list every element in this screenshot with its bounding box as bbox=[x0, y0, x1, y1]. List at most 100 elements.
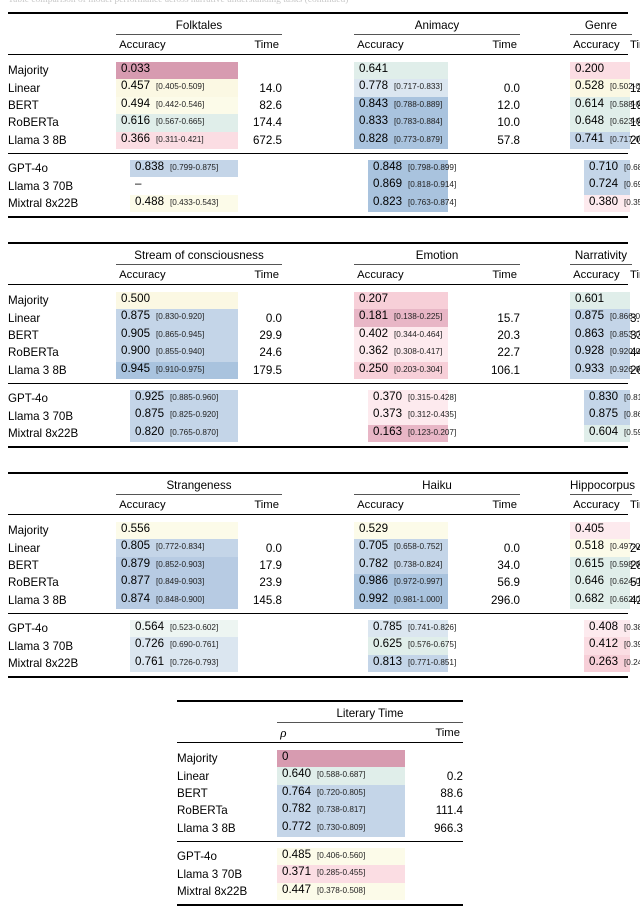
model-col-header bbox=[8, 35, 116, 55]
time-header-3: Time bbox=[630, 38, 640, 51]
time-value: 4228.8 bbox=[630, 593, 640, 607]
confidence-interval: [0.391-0.432] bbox=[624, 640, 640, 650]
metric-cell: 0.813 [0.771-0.851] bbox=[354, 654, 456, 673]
table-3: Strangeness Haiku Hippocorpus Accuracy Time… bbox=[8, 472, 640, 681]
metric-cell: 0.682[0.662-0.699] bbox=[570, 591, 640, 609]
column-header-row: Accuracy Time Accuracy Time Accuracy Time bbox=[8, 495, 640, 515]
model-label: Majority bbox=[8, 524, 49, 538]
confidence-interval: [0.138-0.225] bbox=[394, 312, 443, 322]
time-value bbox=[448, 390, 520, 407]
time-value: 15.7 bbox=[497, 311, 520, 325]
column-header-row: Accuracy Time Accuracy Time Accuracy Time bbox=[8, 35, 640, 55]
table-row: RoBERTa 0.616 [0.567-0.665] 174.4 0.833 [0.78… bbox=[8, 114, 640, 132]
metric-cell: 0.412 [0.391-0.432] bbox=[570, 637, 640, 655]
group-gap-1 bbox=[282, 17, 354, 35]
time-value bbox=[238, 62, 282, 79]
metric-cell: 0.641 bbox=[354, 62, 448, 80]
metric-cell: 0.945 [0.910-0.975] bbox=[116, 361, 238, 379]
accuracy-header-2: Accuracy bbox=[354, 498, 404, 511]
metric-cell: 0.616 [0.567-0.665] bbox=[116, 114, 238, 132]
col-gap bbox=[282, 637, 354, 654]
metric-value: 0.724 bbox=[589, 177, 619, 191]
model-label: Llama 3 70B bbox=[8, 179, 74, 193]
time-value bbox=[448, 655, 520, 672]
confidence-interval: [0.344-0.464] bbox=[394, 329, 443, 339]
col-gap bbox=[520, 327, 570, 344]
metric-value: 0.033 bbox=[121, 62, 151, 75]
metric-value: 0.362 bbox=[359, 344, 389, 358]
col-gap bbox=[282, 292, 354, 309]
metric-value: 0.900 bbox=[121, 344, 151, 358]
col-gap bbox=[520, 592, 570, 609]
confidence-interval: [0.285-0.455] bbox=[317, 868, 366, 878]
group-gap-2 bbox=[520, 247, 570, 265]
col-gap bbox=[520, 539, 570, 556]
metric-cell: 0.614[0.588-0.641] bbox=[570, 96, 640, 115]
model-label: GPT-4o bbox=[8, 162, 48, 176]
table-row: Mixtral 8x22B 0.761 [0.726-0.793] 0.813 [0.7… bbox=[8, 654, 640, 673]
header-gap-2 bbox=[520, 495, 570, 515]
metric-cell: 0.405 bbox=[570, 522, 630, 540]
time-value: 20.3 bbox=[497, 328, 520, 342]
metric-value: 0.761 bbox=[135, 654, 165, 668]
metric-cell: 0.615[0.598-0.636] bbox=[570, 556, 640, 575]
model-col-header bbox=[8, 495, 116, 515]
table-row: Mixtral 8x22B 0.820 [0.765-0.870] 0.163 [0.1… bbox=[8, 424, 640, 443]
table-row: BERT 0.879 [0.852-0.903] 17.9 0.782 [0.738-0.… bbox=[8, 556, 640, 575]
metric-cell: 0.604 [0.591-0.618] bbox=[570, 424, 640, 443]
metric-cell: 0.457 [0.405-0.509] bbox=[116, 79, 238, 97]
metric-cell: 0.447 [0.378-0.508] bbox=[277, 882, 405, 901]
col-gap bbox=[282, 327, 354, 344]
model-label: GPT-4o bbox=[177, 850, 217, 864]
metric-cell: 0.601 bbox=[570, 292, 630, 310]
time-value: 24.6 bbox=[259, 346, 282, 360]
metric-value: 0.830 bbox=[589, 389, 619, 403]
col-gap bbox=[520, 574, 570, 591]
metric-value: 0.813 bbox=[373, 654, 403, 668]
model-label: Llama 3 8B bbox=[8, 363, 67, 377]
header-gap-1 bbox=[282, 495, 354, 515]
metric-cell: 0.848 [0.798-0.899] bbox=[354, 159, 456, 178]
metric-cell: 0.823 [0.763-0.874] bbox=[354, 194, 456, 213]
table-bottom-rule bbox=[8, 446, 632, 451]
header-gap-2 bbox=[520, 35, 570, 55]
metric-cell: 0.564 [0.523-0.602] bbox=[116, 619, 238, 638]
model-label: Llama 3 70B bbox=[8, 639, 74, 653]
model-label: Linear bbox=[177, 769, 210, 783]
table-row: Mixtral 8x22B 0.447 [0.378-0.508] bbox=[177, 882, 463, 901]
metric-value: 0.875 bbox=[135, 407, 165, 421]
model-label: Llama 3 8B bbox=[8, 593, 67, 607]
time-value bbox=[238, 177, 282, 194]
table-row: Llama 3 8B 0.874 [0.848-0.900] 145.8 0.992 [0… bbox=[8, 591, 640, 609]
model-label: Mixtral 8x22B bbox=[177, 884, 248, 898]
time-value bbox=[448, 160, 520, 177]
group-title-3: Narrativity bbox=[570, 247, 632, 265]
confidence-interval: [0.726-0.793] bbox=[170, 657, 219, 667]
accuracy-header-1: Accuracy bbox=[116, 498, 166, 511]
time-value bbox=[238, 292, 282, 309]
accuracy-header-3: Accuracy bbox=[570, 38, 620, 51]
confidence-interval: [0.203-0.304] bbox=[394, 364, 443, 374]
metric-value: 0.485 bbox=[282, 847, 312, 861]
metric-cell: 0.905 [0.865-0.945] bbox=[116, 326, 238, 345]
col-gap bbox=[282, 114, 354, 131]
metric-cell: 0.764 [0.720-0.805] bbox=[277, 784, 405, 803]
metric-cell: 0.556 bbox=[116, 522, 238, 540]
col-gap bbox=[282, 390, 354, 407]
confidence-interval: [0.738-0.824] bbox=[394, 559, 443, 569]
corner-cell bbox=[8, 477, 116, 495]
confidence-interval: [0.848-0.900] bbox=[156, 594, 205, 604]
confidence-interval: [0.351-0.406] bbox=[624, 197, 640, 207]
metric-value: 0.648 bbox=[575, 114, 605, 128]
metric-cell: 0.648[0.623-0.674] bbox=[570, 114, 640, 132]
table-row: BERT 0.905 [0.865-0.945] 29.9 0.402 [0.344-0.… bbox=[8, 326, 640, 345]
confidence-interval: [0.123-0.207] bbox=[408, 427, 457, 437]
group-title-2: Emotion bbox=[354, 247, 520, 265]
metric-cell: 0.833 [0.783-0.884] bbox=[354, 114, 448, 132]
model-label: Mixtral 8x22B bbox=[8, 196, 79, 210]
accuracy-header-2: Accuracy bbox=[354, 38, 404, 51]
metric-cell: 0.869 [0.818-0.914] bbox=[354, 177, 456, 195]
col-gap bbox=[282, 655, 354, 672]
accuracy-header-1: Accuracy bbox=[116, 38, 166, 51]
time-value: 2013.5 bbox=[630, 133, 640, 147]
